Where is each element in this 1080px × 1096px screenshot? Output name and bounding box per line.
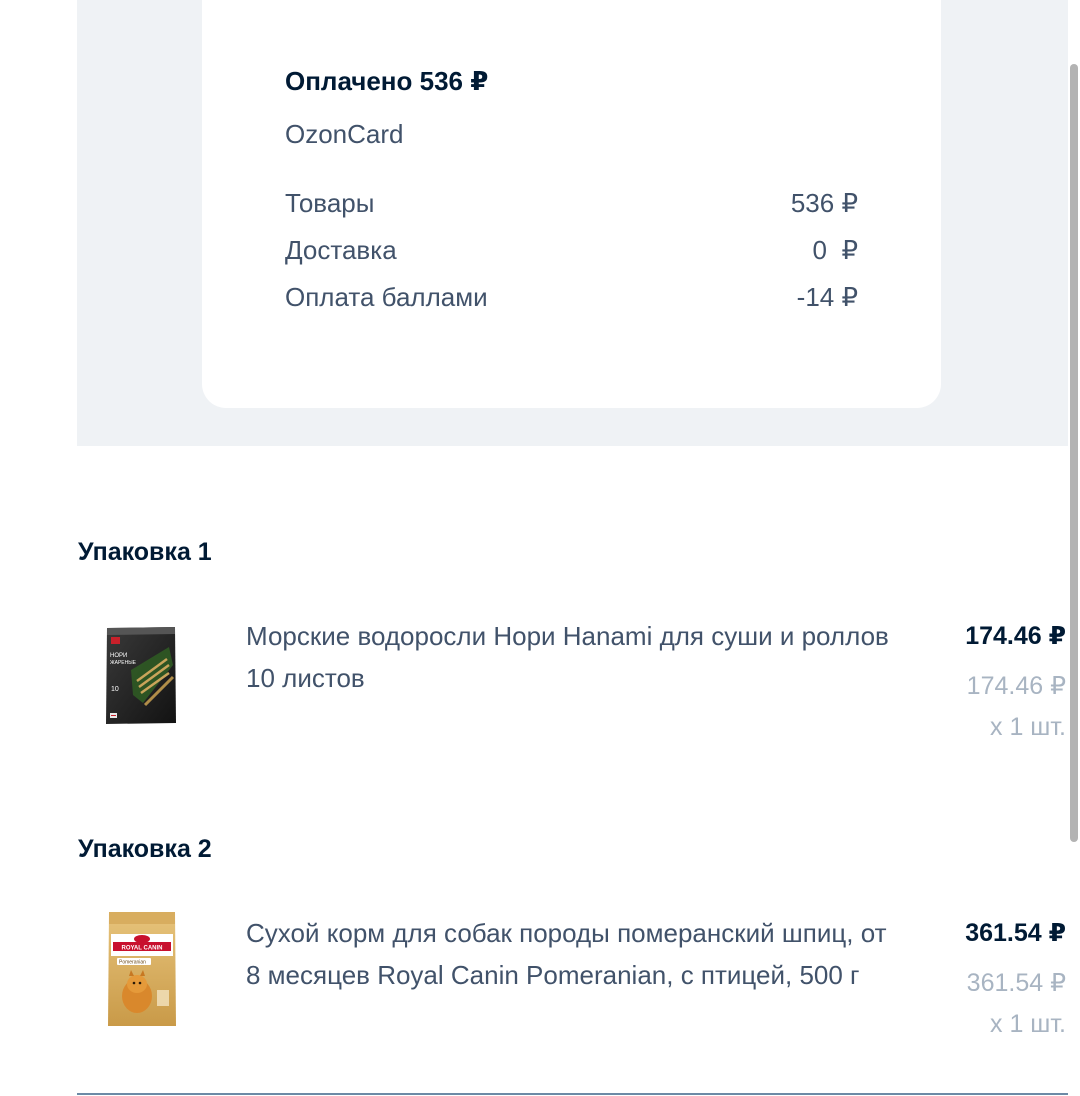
package-1-title: Упаковка 1 xyxy=(78,538,212,566)
product-2-unit-price: 361.54 ₽ xyxy=(966,969,1066,997)
scrollbar-thumb[interactable] xyxy=(1070,64,1078,842)
nori-seaweed-pack-icon[interactable]: НОРИ ЖАРЕНЫЕ 10 xyxy=(103,625,179,727)
royal-canin-logo-text: ROYAL CANIN xyxy=(121,946,162,952)
nori-pack-text: НОРИ xyxy=(110,653,127,659)
product-1-quantity: x 1 шт. xyxy=(990,713,1066,741)
royal-canin-bag-icon[interactable]: ROYAL CANIN Pomeranian xyxy=(105,910,179,1030)
package-2-title: Упаковка 2 xyxy=(78,835,212,863)
product-1-name[interactable]: Морские водоросли Нори Hanami для суши и… xyxy=(246,615,896,699)
summary-delivery-label: Доставка xyxy=(285,235,397,265)
summary-points-value: -14 ₽ xyxy=(796,282,858,312)
product-1-unit-price: 174.46 ₽ xyxy=(966,672,1066,700)
product-2-quantity: x 1 шт. xyxy=(990,1010,1066,1038)
product-1-price: 174.46 ₽ xyxy=(965,622,1066,650)
summary-delivery-value: 0 ₽ xyxy=(812,235,858,265)
product-2-name[interactable]: Сухой корм для собак породы померанский … xyxy=(246,912,896,996)
summary-goods-value: 536 ₽ xyxy=(790,188,858,218)
summary-points-label: Оплата баллами xyxy=(285,282,488,312)
product-2-price: 361.54 ₽ xyxy=(965,919,1066,947)
section-divider xyxy=(77,1093,1068,1095)
nori-pack-count: 10 xyxy=(111,686,119,693)
summary-goods-label: Товары xyxy=(285,188,375,218)
nori-pack-subtext: ЖАРЕНЫЕ xyxy=(110,660,137,666)
payment-method: OzonCard xyxy=(285,119,404,149)
royal-canin-breed-text: Pomeranian xyxy=(119,960,146,966)
paid-total-title: Оплачено 536 ₽ xyxy=(285,66,489,96)
